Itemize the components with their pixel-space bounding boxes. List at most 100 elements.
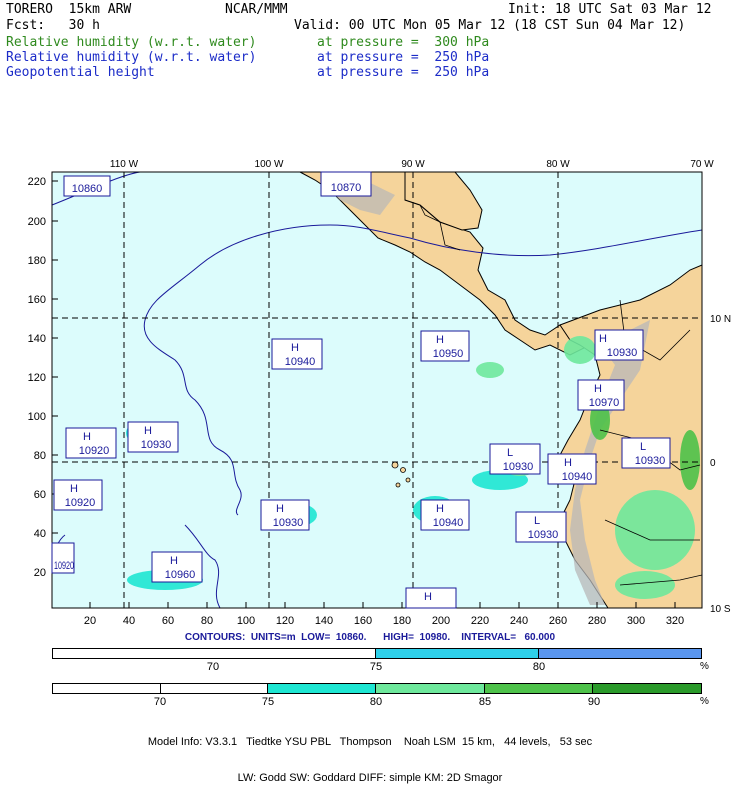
y-tick-label: 20 xyxy=(34,567,46,579)
lat-label: 10 S xyxy=(710,604,731,615)
center-type: H xyxy=(424,591,432,603)
x-tick-label: 100 xyxy=(237,615,255,627)
y-tick-label: 220 xyxy=(28,176,46,188)
pressure-center-high: H 10940 xyxy=(271,338,323,370)
x-tick-label: 320 xyxy=(666,615,684,627)
center-type: H xyxy=(599,333,607,345)
x-tick-label: 200 xyxy=(432,615,450,627)
pressure-center-low: L 10930 xyxy=(621,437,671,469)
y-tick-label: 120 xyxy=(28,372,46,384)
field-height-level: at pressure = 250 hPa xyxy=(317,65,490,80)
center-type: L xyxy=(534,515,540,527)
center-value: 10930 xyxy=(607,347,638,359)
pressure-center-high: H 10920 xyxy=(53,479,103,511)
x-tick-label: 220 xyxy=(471,615,489,627)
pressure-center-high: 10920 xyxy=(51,542,75,574)
x-tick-label: 160 xyxy=(354,615,372,627)
y-tick-label: 200 xyxy=(28,216,46,228)
center-type: H xyxy=(436,334,444,346)
colorbar-unit: % xyxy=(700,696,709,707)
pressure-center-high: H 10940 xyxy=(547,453,597,485)
pressure-center-high: H 10970 xyxy=(577,379,625,411)
lon-label: 110 W xyxy=(110,159,139,170)
center-type: H xyxy=(70,483,78,495)
center-type: H xyxy=(291,342,299,354)
model-info: Model Info: V3.3.1 Tiedtke YSU PBL Thomp… xyxy=(0,712,740,796)
x-tick-label: 260 xyxy=(549,615,567,627)
colorbar-rh250 xyxy=(52,648,702,659)
y-tick-label: 180 xyxy=(28,255,46,267)
center-type: H xyxy=(170,555,178,567)
colorbar-segment xyxy=(538,649,701,658)
colorbar-rh300 xyxy=(52,683,702,694)
weather-map: 110 W 100 W 90 W 80 W 70 W 10 N 0 10 S 2… xyxy=(0,150,740,630)
y-tick-label: 100 xyxy=(28,411,46,423)
island-galapagos-3 xyxy=(405,477,411,483)
center-value: 10920 xyxy=(54,560,74,572)
center-value: 10930 xyxy=(503,461,534,473)
field-rh250-level: at pressure = 250 hPa xyxy=(317,50,490,65)
colorbar-segment xyxy=(53,684,161,693)
colorbar-segment xyxy=(376,684,485,693)
center-type: H xyxy=(436,503,444,515)
colorbar-segment xyxy=(484,684,594,693)
center-value: 10870 xyxy=(331,182,362,194)
pressure-center-low: L 10930 xyxy=(489,443,541,475)
pressure-center-low: 10870 xyxy=(320,171,372,197)
pressure-center-low: L 10930 xyxy=(515,511,567,543)
colorbar-segment xyxy=(268,684,377,693)
island-galapagos-2 xyxy=(400,467,406,473)
model-title: TORERO 15km ARW xyxy=(6,2,132,17)
model-info-line: LW: Godd SW: Goddard DIFF: simple KM: 2D… xyxy=(237,772,503,784)
colorbar-tick-label: 90 xyxy=(587,696,601,708)
field-rh250-name: Relative humidity (w.r.t. water) xyxy=(6,50,257,65)
init-time: Init: 18 UTC Sat 03 Mar 12 xyxy=(508,2,712,17)
lat-label: 0 xyxy=(710,458,716,469)
colorbar-tick-label: 75 xyxy=(369,661,383,673)
y-tick-label: 40 xyxy=(34,528,46,540)
field-rh300-level: at pressure = 300 hPa xyxy=(317,35,490,50)
valid-time: Valid: 00 UTC Mon 05 Mar 12 (18 CST Sun … xyxy=(294,18,686,33)
x-tick-label: 180 xyxy=(393,615,411,627)
lon-label: 90 W xyxy=(401,159,425,170)
center-type: H xyxy=(276,503,284,515)
model-info-line: Model Info: V3.3.1 Tiedtke YSU PBL Thomp… xyxy=(147,736,593,748)
x-tick-label: 280 xyxy=(588,615,606,627)
center-value: 10860 xyxy=(72,183,103,195)
island-galapagos-4 xyxy=(395,482,401,488)
x-tick-label: 20 xyxy=(84,615,96,627)
contours-info: CONTOURS: UNITS=m LOW= 10860. HIGH= 1098… xyxy=(184,632,556,643)
center-value: 10960 xyxy=(165,569,196,581)
center-value: 10930 xyxy=(141,439,172,451)
forecast-hour: Fcst: 30 h xyxy=(6,18,100,33)
pressure-center-high: H xyxy=(405,587,457,609)
center-type: H xyxy=(564,457,572,469)
x-tick-label: 60 xyxy=(162,615,174,627)
lon-label: 70 W xyxy=(690,159,714,170)
center-type: L xyxy=(507,447,513,459)
island-galapagos-1 xyxy=(391,461,399,469)
center-value: 10930 xyxy=(273,517,304,529)
center-value: 10950 xyxy=(433,348,464,360)
center-value: 10930 xyxy=(635,455,666,467)
colorbar-segment xyxy=(160,684,269,693)
colorbar-unit: % xyxy=(700,661,709,672)
center-type: H xyxy=(83,431,91,443)
x-tick-label: 80 xyxy=(201,615,213,627)
colorbar-segment xyxy=(53,649,376,658)
center-value: 10940 xyxy=(433,517,464,529)
pressure-center-high: H 10960 xyxy=(151,551,203,583)
colorbar-tick-label: 70 xyxy=(153,696,167,708)
colorbar-segment xyxy=(376,649,539,658)
x-tick-label: 240 xyxy=(510,615,528,627)
x-tick-label: 120 xyxy=(276,615,294,627)
pressure-center-high: H 10920 xyxy=(65,427,117,459)
lon-label: 80 W xyxy=(546,159,570,170)
y-tick-label: 160 xyxy=(28,294,46,306)
pressure-center-low: 10860 xyxy=(63,175,111,197)
colorbar-tick-label: 70 xyxy=(206,661,220,673)
field-rh300-name: Relative humidity (w.r.t. water) xyxy=(6,35,257,50)
y-tick-label: 60 xyxy=(34,489,46,501)
y-tick-label: 80 xyxy=(34,450,46,462)
pressure-center-high: H 10930 xyxy=(594,329,644,361)
